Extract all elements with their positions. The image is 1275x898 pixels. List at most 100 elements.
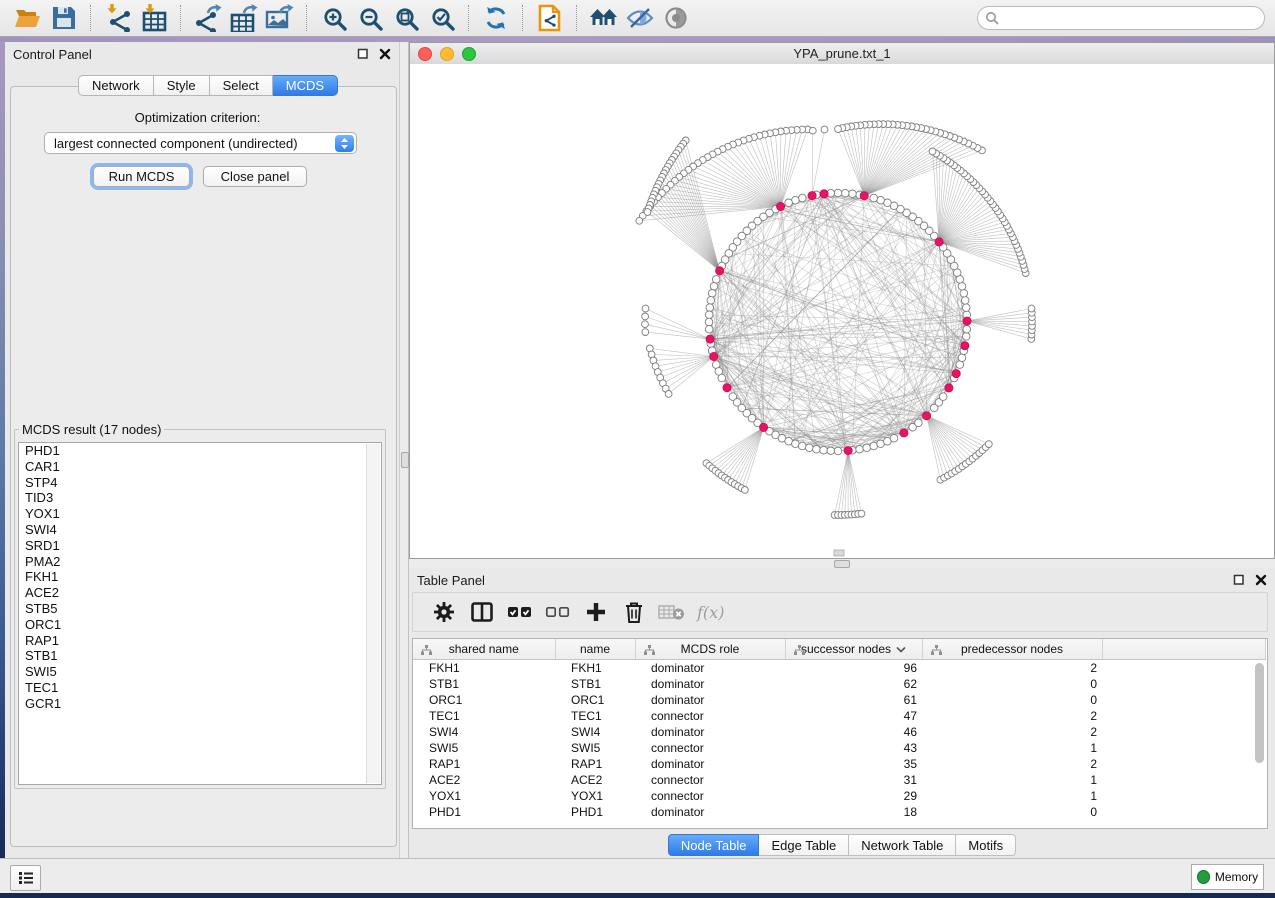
mcds-result-item[interactable]: GCR1 xyxy=(19,696,381,712)
table-cell[interactable]: SWI4 xyxy=(413,724,555,740)
table-cell[interactable]: FKH1 xyxy=(555,660,635,677)
mcds-result-list[interactable]: PHD1CAR1STP4TID3YOX1SWI4SRD1PMA2FKH1ACE2… xyxy=(18,442,382,785)
tab-select[interactable]: Select xyxy=(210,75,273,96)
table-cell[interactable]: SWI5 xyxy=(413,740,555,756)
import-table-icon[interactable] xyxy=(136,2,172,34)
table-cell[interactable]: dominator xyxy=(635,676,785,692)
mcds-result-item[interactable]: ACE2 xyxy=(19,585,381,601)
column-header-name[interactable]: name xyxy=(555,639,635,660)
refresh-layout-icon[interactable] xyxy=(478,2,514,34)
mcds-list-scrollbar[interactable] xyxy=(366,444,380,783)
vertical-splitter[interactable] xyxy=(399,42,409,858)
column-header-MCDS-role[interactable]: MCDS role xyxy=(635,639,785,660)
table-cell[interactable]: 35 xyxy=(785,756,922,772)
table-cell[interactable]: dominator xyxy=(635,692,785,708)
open-session-icon[interactable] xyxy=(10,2,46,34)
close-panel-button[interactable]: Close panel xyxy=(203,166,307,187)
table-cell[interactable]: ORC1 xyxy=(555,692,635,708)
table-cell[interactable]: PHD1 xyxy=(413,804,555,820)
table-cell[interactable]: dominator xyxy=(635,756,785,772)
table-row[interactable]: ACE2ACE2connector311 xyxy=(413,772,1266,788)
tab-network[interactable]: Network xyxy=(78,75,154,96)
mcds-result-item[interactable]: SWI5 xyxy=(19,664,381,680)
save-session-icon[interactable] xyxy=(46,2,82,34)
network-window-titlebar[interactable]: YPA_prune.txt_1 xyxy=(410,43,1274,65)
export-network-icon[interactable] xyxy=(190,2,226,34)
table-cell[interactable]: ACE2 xyxy=(555,772,635,788)
show-details-icon[interactable] xyxy=(658,2,694,34)
table-cell[interactable]: FKH1 xyxy=(413,660,555,677)
mcds-result-item[interactable]: FKH1 xyxy=(19,569,381,585)
column-header-shared-name[interactable]: shared name xyxy=(413,639,555,660)
tab-style[interactable]: Style xyxy=(154,75,210,96)
table-cell[interactable]: dominator xyxy=(635,660,785,677)
task-history-button[interactable] xyxy=(10,865,41,891)
splitter-grip-icon[interactable] xyxy=(834,560,850,568)
table-scrollbar-thumb[interactable] xyxy=(1255,663,1264,763)
gear-icon[interactable] xyxy=(429,599,458,625)
table-cell[interactable]: 2 xyxy=(922,708,1102,724)
export-table-icon[interactable] xyxy=(226,2,262,34)
mcds-result-item[interactable]: ORC1 xyxy=(19,617,381,633)
close-panel-icon[interactable] xyxy=(1254,574,1267,587)
table-cell[interactable]: TEC1 xyxy=(555,708,635,724)
table-cell[interactable]: 61 xyxy=(785,692,922,708)
column-header-predecessor-nodes[interactable]: predecessor nodes xyxy=(922,639,1102,660)
table-scrollbar[interactable] xyxy=(1254,661,1265,826)
table-row[interactable]: STB1STB1dominator620 xyxy=(413,676,1266,692)
table-cell[interactable]: 47 xyxy=(785,708,922,724)
table-cell[interactable]: TEC1 xyxy=(413,708,555,724)
tab-node-table[interactable]: Node Table xyxy=(668,834,760,856)
memory-button[interactable]: Memory xyxy=(1191,864,1264,890)
search-input[interactable] xyxy=(1000,8,1264,28)
table-row[interactable]: ORC1ORC1dominator610 xyxy=(413,692,1266,708)
table-cell[interactable]: 96 xyxy=(785,660,922,677)
table-cell[interactable]: 2 xyxy=(922,660,1102,677)
table-cell[interactable]: 62 xyxy=(785,676,922,692)
search-box[interactable] xyxy=(977,6,1265,30)
export-image-icon[interactable] xyxy=(262,2,298,34)
table-cell[interactable]: SWI5 xyxy=(555,740,635,756)
table-cell[interactable]: 46 xyxy=(785,724,922,740)
table-cell[interactable]: YOX1 xyxy=(555,788,635,804)
mcds-result-item[interactable]: TID3 xyxy=(19,490,381,506)
table-cell[interactable]: connector xyxy=(635,772,785,788)
mcds-result-item[interactable]: YOX1 xyxy=(19,506,381,522)
zoom-fit-icon[interactable] xyxy=(388,2,424,34)
table-cell[interactable]: RAP1 xyxy=(413,756,555,772)
columns-icon[interactable] xyxy=(467,599,496,625)
table-cell[interactable]: 1 xyxy=(922,740,1102,756)
table-cell[interactable]: 2 xyxy=(922,756,1102,772)
add-icon[interactable] xyxy=(581,599,610,625)
table-cell[interactable]: dominator xyxy=(635,804,785,820)
table-cell[interactable]: 43 xyxy=(785,740,922,756)
table-cell[interactable]: SWI4 xyxy=(555,724,635,740)
table-cell[interactable]: 2 xyxy=(922,724,1102,740)
import-network-icon[interactable] xyxy=(100,2,136,34)
float-panel-icon[interactable] xyxy=(356,48,369,61)
delete-icon[interactable] xyxy=(619,599,648,625)
table-cell[interactable]: connector xyxy=(635,708,785,724)
table-row[interactable]: SWI5SWI5connector431 xyxy=(413,740,1266,756)
houses-icon[interactable] xyxy=(586,2,622,34)
mcds-result-item[interactable]: SRD1 xyxy=(19,538,381,554)
table-cell[interactable]: ORC1 xyxy=(413,692,555,708)
tab-motifs[interactable]: Motifs xyxy=(956,834,1016,856)
optimization-criterion-select[interactable]: largest connected component (undirected) xyxy=(44,132,357,154)
table-cell[interactable]: YOX1 xyxy=(413,788,555,804)
column-header-successor-nodes[interactable]: successor nodes xyxy=(785,639,922,660)
mcds-result-item[interactable]: TEC1 xyxy=(19,680,381,696)
table-cell[interactable]: 1 xyxy=(922,772,1102,788)
zoom-in-icon[interactable] xyxy=(316,2,352,34)
deselect-all-icon[interactable] xyxy=(543,599,572,625)
table-cell[interactable]: PHD1 xyxy=(555,804,635,820)
select-all-icon[interactable] xyxy=(505,599,534,625)
network-canvas[interactable] xyxy=(410,64,1274,558)
table-cell[interactable]: 31 xyxy=(785,772,922,788)
table-cell[interactable]: STB1 xyxy=(413,676,555,692)
table-row[interactable]: SWI4SWI4dominator462 xyxy=(413,724,1266,740)
hide-details-icon[interactable] xyxy=(622,2,658,34)
horizontal-splitter[interactable] xyxy=(409,559,1275,568)
zoom-selected-icon[interactable] xyxy=(424,2,460,34)
mcds-result-item[interactable]: PHD1 xyxy=(19,443,381,459)
